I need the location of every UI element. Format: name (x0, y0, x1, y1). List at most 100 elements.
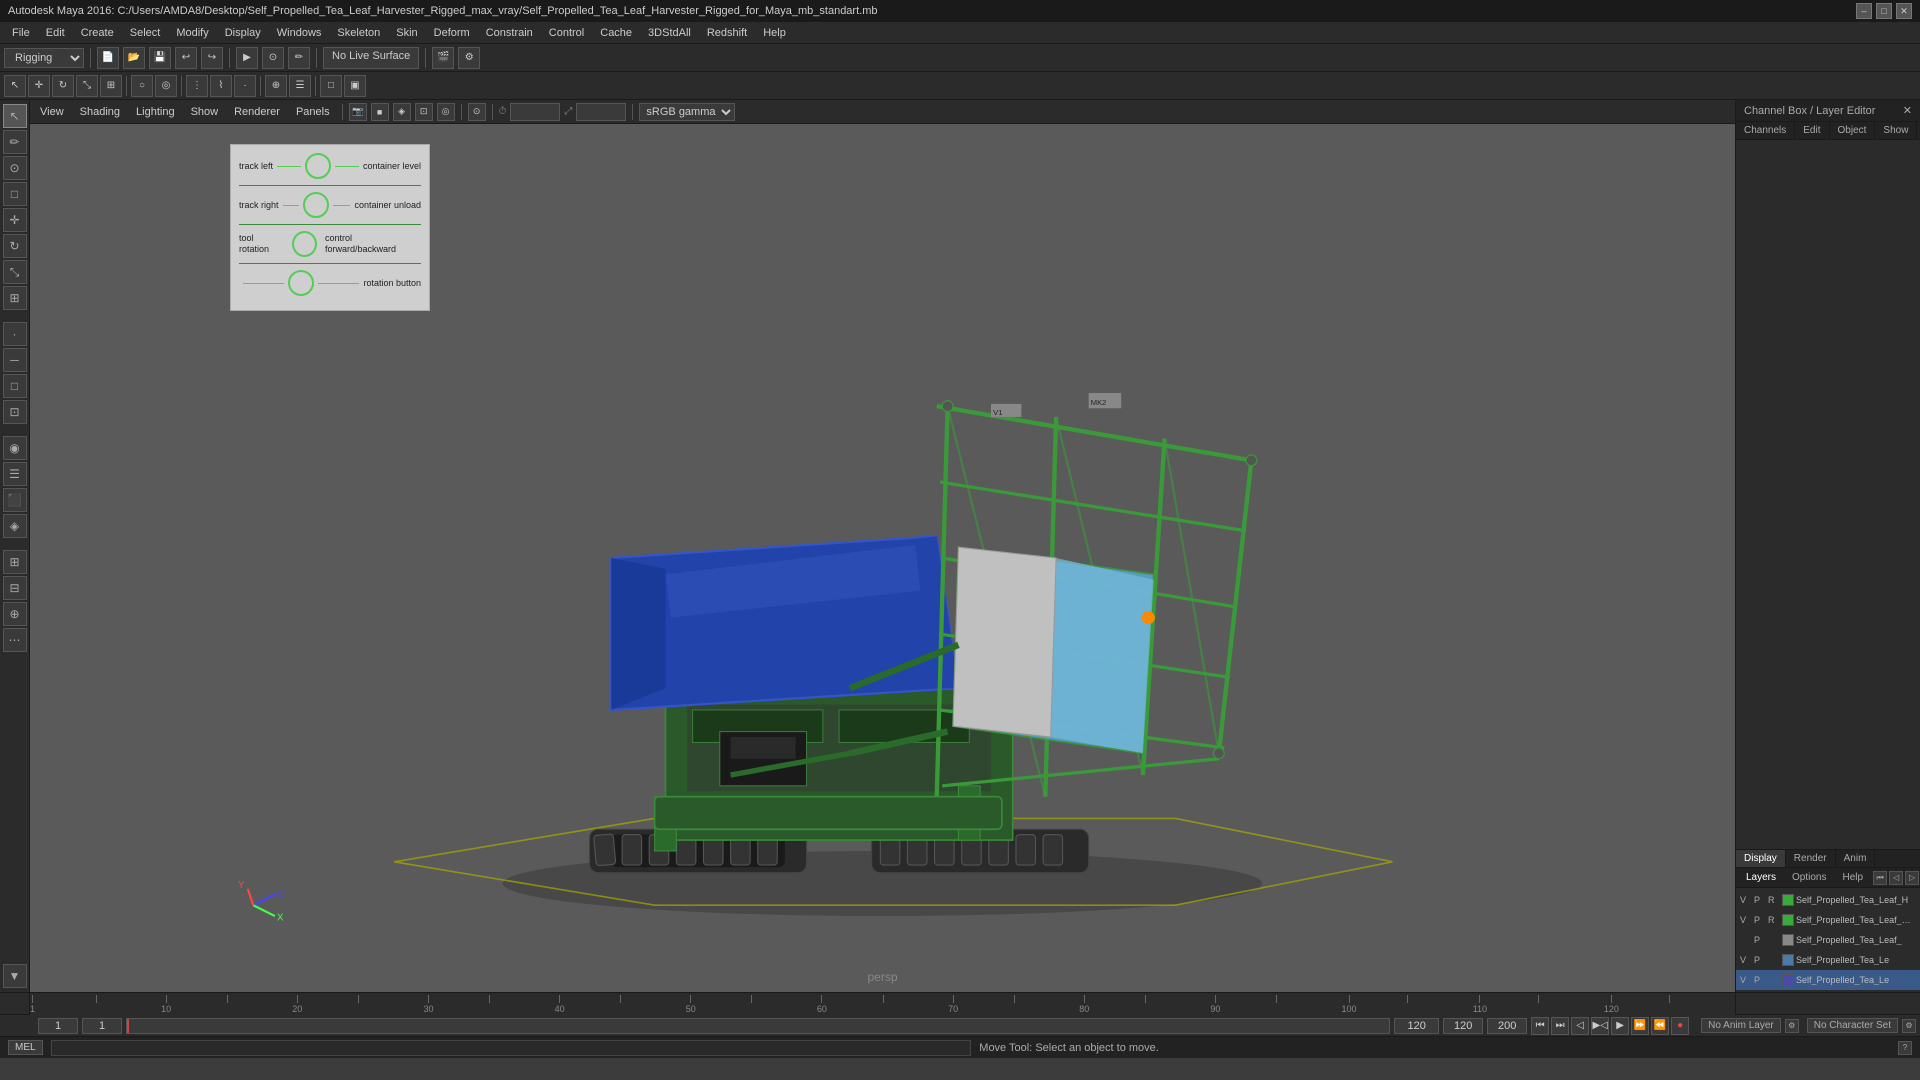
layer-v-3[interactable]: V (1740, 955, 1752, 965)
layer-nav-next[interactable]: ▷ (1905, 871, 1919, 885)
anim-range-bar[interactable] (126, 1018, 1390, 1034)
isolate-select-btn[interactable]: ⊙ (468, 103, 486, 121)
wireframe-btn[interactable]: ⊡ (415, 103, 433, 121)
select-tool-btn[interactable]: ↖ (4, 75, 26, 97)
camera-tool-btn[interactable]: 📷 (349, 103, 367, 121)
minimize-button[interactable]: – (1856, 3, 1872, 19)
menu-cache[interactable]: Cache (592, 25, 640, 41)
menu-skeleton[interactable]: Skeleton (329, 25, 388, 41)
step-back-btn[interactable]: ⏭ (1551, 1017, 1569, 1035)
anim-layer-settings[interactable]: ⚙ (1785, 1019, 1799, 1033)
layer-v-1[interactable]: V (1740, 915, 1752, 925)
new-scene-btn[interactable]: 📄 (97, 47, 119, 69)
vertex-component-btn[interactable]: · (3, 322, 27, 346)
display-quality-btn[interactable]: ■ (371, 103, 389, 121)
help-subtab[interactable]: Help (1836, 870, 1869, 885)
current-frame-input[interactable] (38, 1018, 78, 1034)
menu-file[interactable]: File (4, 25, 38, 41)
layer-p-4[interactable]: P (1754, 975, 1766, 985)
menu-control[interactable]: Control (541, 25, 592, 41)
vp-panels-menu[interactable]: Panels (290, 104, 336, 120)
rotate-tool-btn[interactable]: ↻ (52, 75, 74, 97)
layer-color-swatch-3[interactable] (1782, 954, 1794, 966)
snap-settings-btn[interactable]: ⊕ (3, 602, 27, 626)
scale-tool-btn[interactable]: ⤡ (76, 75, 98, 97)
soft-mod-btn[interactable]: ○ (131, 75, 153, 97)
layer-v-0[interactable]: V (1740, 895, 1752, 905)
vp-show-menu[interactable]: Show (185, 104, 225, 120)
play-back-btn[interactable]: ◁ (1571, 1017, 1589, 1035)
redo-btn[interactable]: ↪ (201, 47, 223, 69)
menu-windows[interactable]: Windows (269, 25, 330, 41)
lasso-btn[interactable]: ⊙ (262, 47, 284, 69)
time-input[interactable]: 0.00 (510, 103, 560, 121)
menu-deform[interactable]: Deform (426, 25, 478, 41)
layer-row-3[interactable]: VPSelf_Propelled_Tea_Le (1736, 950, 1920, 970)
menu-select[interactable]: Select (122, 25, 169, 41)
quick-layout-btn[interactable]: ⊞ (3, 550, 27, 574)
scale-tool-left-btn[interactable]: ⤡ (3, 260, 27, 284)
xray-btn[interactable]: ◎ (437, 103, 455, 121)
render-btn[interactable]: 🎬 (432, 47, 454, 69)
anim-tab[interactable]: Anim (1836, 850, 1876, 867)
display-layer-btn[interactable]: ☰ (3, 462, 27, 486)
layer-r-1[interactable]: R (1768, 915, 1780, 925)
right-panel-close-btn[interactable]: ✕ (1903, 104, 1912, 117)
layer-row-0[interactable]: VPRSelf_Propelled_Tea_Leaf_H (1736, 890, 1920, 910)
move-tool-left-btn[interactable]: ✛ (3, 208, 27, 232)
select-btn[interactable]: ▶ (236, 47, 258, 69)
play-fwd-btn[interactable]: ▶ (1611, 1017, 1629, 1035)
layer-nav-first[interactable]: ⏮ (1873, 871, 1887, 885)
options-subtab[interactable]: Options (1786, 870, 1832, 885)
menu-edit[interactable]: Edit (38, 25, 73, 41)
menu-create[interactable]: Create (73, 25, 122, 41)
vp-shading-menu[interactable]: Shading (74, 104, 126, 120)
channel-box-btn[interactable]: ☰ (289, 75, 311, 97)
layer-p-3[interactable]: P (1754, 955, 1766, 965)
layer-color-swatch-2[interactable] (1782, 934, 1794, 946)
command-input[interactable] (51, 1040, 972, 1056)
uv-component-btn[interactable]: ⊡ (3, 400, 27, 424)
layer-p-0[interactable]: P (1754, 895, 1766, 905)
layer-nav-prev[interactable]: ◁ (1889, 871, 1903, 885)
display-tab[interactable]: Display (1736, 850, 1786, 867)
marquee-btn[interactable]: □ (3, 182, 27, 206)
edit-tab[interactable]: Edit (1795, 122, 1829, 139)
menu-constrain[interactable]: Constrain (478, 25, 541, 41)
snap-curve-btn[interactable]: ⌇ (210, 75, 232, 97)
mel-button[interactable]: MEL (8, 1040, 43, 1055)
stop-btn[interactable]: ▶◁ (1591, 1017, 1609, 1035)
layer-row-4[interactable]: VPSelf_Propelled_Tea_Le (1736, 970, 1920, 990)
maximize-button[interactable]: □ (1876, 3, 1892, 19)
show-tab[interactable]: Show (1875, 122, 1917, 139)
render-view-btn[interactable]: □ (320, 75, 342, 97)
undo-btn[interactable]: ↩ (175, 47, 197, 69)
layer-p-1[interactable]: P (1754, 915, 1766, 925)
menu-3dstdall[interactable]: 3DStdAll (640, 25, 699, 41)
paint-select-btn[interactable]: ✏ (3, 130, 27, 154)
shading-mode-btn[interactable]: ◈ (393, 103, 411, 121)
hotbox-btn[interactable]: ⋯ (3, 628, 27, 652)
paint-btn[interactable]: ✏ (288, 47, 310, 69)
help-line-toggle[interactable]: ? (1898, 1041, 1912, 1055)
layers-subtab[interactable]: Layers (1740, 870, 1782, 885)
snap-point-btn[interactable]: · (234, 75, 256, 97)
record-btn[interactable]: ● (1671, 1017, 1689, 1035)
end-frame-input[interactable] (1443, 1018, 1483, 1034)
open-btn[interactable]: 📂 (123, 47, 145, 69)
menu-redshift[interactable]: Redshift (699, 25, 755, 41)
move-tool-btn[interactable]: ✛ (28, 75, 50, 97)
expand-btn[interactable]: ▼ (3, 964, 27, 988)
layer-row-2[interactable]: PSelf_Propelled_Tea_Leaf_ (1736, 930, 1920, 950)
layer-r-0[interactable]: R (1768, 895, 1780, 905)
edge-component-btn[interactable]: ─ (3, 348, 27, 372)
range-end-input[interactable] (1394, 1018, 1439, 1034)
anim-layer-btn[interactable]: ◈ (3, 514, 27, 538)
menu-display[interactable]: Display (217, 25, 269, 41)
layer-color-swatch-4[interactable] (1782, 974, 1794, 986)
history-btn[interactable]: ⊕ (265, 75, 287, 97)
viewport-canvas[interactable]: MK2 V1 Z X Y track left (30, 124, 1735, 992)
vp-lighting-menu[interactable]: Lighting (130, 104, 181, 120)
max-frame-input[interactable] (1487, 1018, 1527, 1034)
vp-renderer-menu[interactable]: Renderer (228, 104, 286, 120)
